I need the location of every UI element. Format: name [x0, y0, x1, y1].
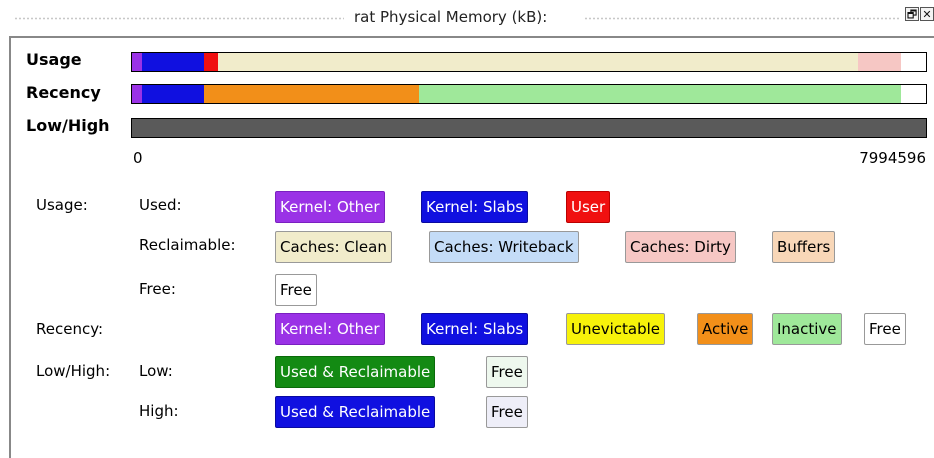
chip-high-free: Free [486, 396, 528, 428]
recency-bar-label: Recency [26, 83, 101, 102]
chip-free: Free [275, 274, 317, 306]
recency-bar [131, 84, 927, 104]
usage-segment-caches-clean [217, 53, 858, 71]
recency-segment-inactive [418, 85, 901, 103]
chip-reclaimable-buffers: Buffers [772, 231, 836, 263]
window-titlebar: rat Physical Memory (kB): 🗗 ✕ [0, 0, 934, 36]
close-icon[interactable]: ✕ [920, 7, 934, 21]
chip-used-kernel-slabs: Kernel: Slabs [421, 191, 529, 223]
legend-usage-label: Usage: [36, 196, 88, 214]
chip-recency-active: Active [697, 313, 754, 345]
chip-used-kernel-other: Kernel: Other [275, 191, 385, 223]
usage-segment-kernel-other [132, 53, 143, 71]
restore-icon[interactable]: 🗗 [905, 7, 919, 21]
usage-segment-user [204, 53, 218, 71]
legend-high-label: High: [139, 402, 179, 420]
legend-recency-label: Recency: [36, 320, 104, 338]
chip-used-user: User [566, 191, 611, 223]
usage-bar [131, 52, 927, 72]
chip-recency-free: Free [864, 313, 906, 345]
legend-free-label: Free: [139, 280, 176, 298]
chip-reclaimable-caches-clean: Caches: Clean [275, 231, 392, 263]
axis-min-label: 0 [133, 149, 143, 167]
usage-segment-caches-dirty [857, 53, 901, 71]
axis-max-label: 7994596 [859, 149, 926, 167]
chip-recency-kernel-slabs: Kernel: Slabs [421, 313, 529, 345]
chip-low-used-reclaimable: Used & Reclaimable [275, 356, 436, 388]
lowhigh-segment-low-high [132, 119, 926, 137]
legend-low-label: Low: [139, 362, 173, 380]
recency-segment-kernel-slabs [142, 85, 205, 103]
lowhigh-bar-label: Low/High [26, 116, 110, 135]
titlebar-grip-right [584, 17, 900, 20]
chip-recency-unevictable: Unevictable [566, 313, 665, 345]
chip-low-free: Free [486, 356, 528, 388]
recency-segment-free [900, 85, 926, 103]
chip-reclaimable-caches-writeback: Caches: Writeback [429, 231, 579, 263]
recency-segment-kernel-other [132, 85, 143, 103]
chip-reclaimable-caches-dirty: Caches: Dirty [625, 231, 736, 263]
lowhigh-bar [131, 118, 927, 138]
chip-recency-kernel-other: Kernel: Other [275, 313, 385, 345]
titlebar-grip-left [14, 17, 344, 20]
window-title: rat Physical Memory (kB): [354, 8, 548, 26]
usage-segment-free [900, 53, 926, 71]
legend-lowhigh-label: Low/High: [36, 362, 111, 380]
chip-high-used-reclaimable: Used & Reclaimable [275, 396, 436, 428]
legend-used-label: Used: [139, 196, 182, 214]
usage-bar-label: Usage [26, 50, 82, 69]
recency-segment-active [204, 85, 419, 103]
chip-recency-inactive: Inactive [772, 313, 842, 345]
legend-reclaimable-label: Reclaimable: [139, 236, 236, 254]
usage-segment-kernel-slabs [142, 53, 205, 71]
